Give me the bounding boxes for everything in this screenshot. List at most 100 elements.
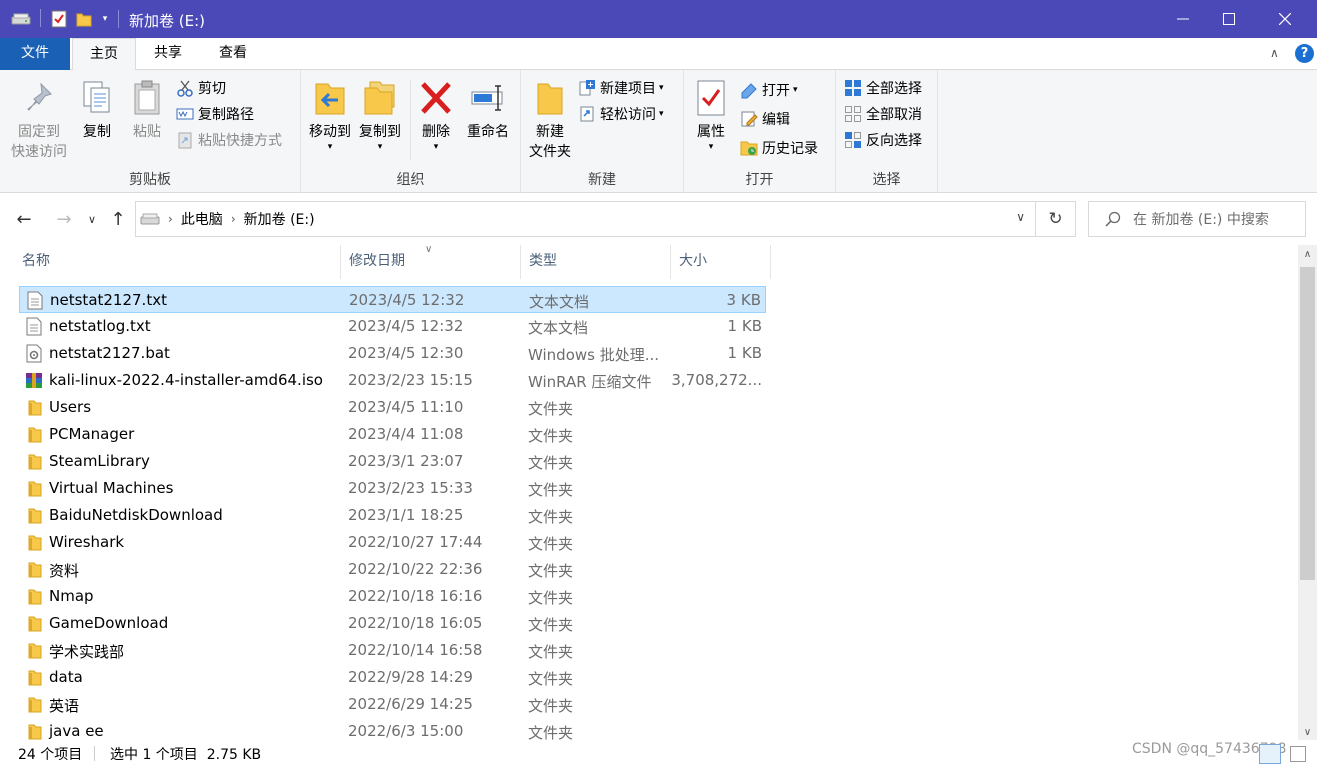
tab-file[interactable]: 文件 <box>0 38 70 70</box>
drive-icon[interactable] <box>10 9 32 29</box>
details-view-button[interactable] <box>1259 744 1281 764</box>
ribbon-tab-bar: 文件 主页 共享 查看 ∧ ? <box>0 38 1317 71</box>
invert-selection-button[interactable]: 反向选择 <box>844 128 922 152</box>
help-icon[interactable]: ? <box>1295 44 1314 63</box>
file-name: Users <box>49 398 92 416</box>
search-icon <box>1105 211 1121 227</box>
customize-quick-access-icon[interactable]: ▾ <box>98 9 112 29</box>
minimize-button[interactable] <box>1160 0 1206 38</box>
window-title: 新加卷 (E:) <box>129 12 206 30</box>
scroll-up-arrow-icon[interactable]: ∧ <box>1298 249 1317 260</box>
paste-button[interactable]: 粘贴 <box>126 78 168 142</box>
file-type: 文件夹 <box>528 427 574 445</box>
move-to-button[interactable]: 移动到 ▾ <box>305 78 355 152</box>
properties-button[interactable]: 属性 ▾ <box>690 78 732 152</box>
file-name: 资料 <box>49 562 80 580</box>
file-row[interactable]: 资料 2022/10/22 22:36 文件夹 <box>19 556 766 583</box>
pin-label-1: 固定到 <box>18 124 60 140</box>
breadcrumb-this-pc[interactable]: 此电脑 <box>181 209 223 229</box>
properties-dropdown-icon: ▾ <box>708 142 714 152</box>
folder-icon <box>25 722 43 740</box>
file-row[interactable]: Virtual Machines 2023/2/23 15:33 文件夹 <box>19 475 766 502</box>
copy-button[interactable]: 复制 <box>76 78 118 142</box>
edit-button[interactable]: 编辑 <box>740 107 790 131</box>
up-arrow-icon[interactable]: ↑ <box>106 207 130 231</box>
maximize-button[interactable] <box>1206 0 1252 38</box>
file-date: 2023/4/5 12:30 <box>348 344 464 362</box>
file-date: 2023/4/5 12:32 <box>349 291 465 309</box>
breadcrumb-drive-e[interactable]: 新加卷 (E:) <box>244 209 315 229</box>
tab-view[interactable]: 查看 <box>212 38 254 70</box>
column-header-size[interactable]: 大小 <box>671 245 771 279</box>
file-row[interactable]: netstat2127.txt 2023/4/5 12:32 文本文档 3 KB <box>19 286 766 313</box>
scroll-down-arrow-icon[interactable]: ∨ <box>1298 727 1317 738</box>
column-header-type[interactable]: 类型 <box>521 245 671 279</box>
select-all-button[interactable]: 全部选择 <box>844 76 922 100</box>
column-header-name[interactable]: 名称 <box>14 245 341 279</box>
tab-share[interactable]: 共享 <box>148 38 188 70</box>
address-path-box[interactable]: › 此电脑 › 新加卷 (E:) ∨ <box>135 201 1036 237</box>
back-arrow-icon[interactable]: ← <box>12 207 36 231</box>
paste-icon <box>129 78 165 118</box>
file-row[interactable]: netstat2127.bat 2023/4/5 12:30 Windows 批处理… <box>19 340 766 367</box>
forward-arrow-icon[interactable]: → <box>52 207 76 231</box>
file-row[interactable]: PCManager 2023/4/4 11:08 文件夹 <box>19 421 766 448</box>
file-row[interactable]: GameDownload 2022/10/18 16:05 文件夹 <box>19 610 766 637</box>
copy-to-button[interactable]: 复制到 ▾ <box>355 78 405 152</box>
file-type: 文件夹 <box>528 454 574 472</box>
file-name: 学术实践部 <box>49 643 125 661</box>
select-none-button[interactable]: 全部取消 <box>844 102 922 126</box>
recent-locations-chevron-icon[interactable]: ∨ <box>82 207 102 231</box>
properties-quick-icon[interactable] <box>48 9 70 29</box>
rename-button[interactable]: 重命名 <box>461 78 515 142</box>
paste-shortcut-button[interactable]: 粘贴快捷方式 <box>176 128 282 152</box>
file-row[interactable]: Wireshark 2022/10/27 17:44 文件夹 <box>19 529 766 556</box>
file-row[interactable]: Users 2023/4/5 11:10 文件夹 <box>19 394 766 421</box>
pin-to-quick-access-button[interactable]: 固定到 快速访问 <box>6 78 72 162</box>
delete-button[interactable]: 删除 ▾ <box>415 78 457 152</box>
close-button[interactable] <box>1262 0 1308 38</box>
refresh-button[interactable]: ↻ <box>1036 201 1076 237</box>
scrollbar-thumb[interactable] <box>1300 267 1315 580</box>
file-name: netstat2127.txt <box>50 291 167 309</box>
tab-home[interactable]: 主页 <box>72 38 136 71</box>
file-row[interactable]: java ee 2022/6/3 15:00 文件夹 <box>19 718 766 740</box>
cut-button[interactable]: 剪切 <box>176 76 226 100</box>
selection-info: 选中 1 个项目 2.75 KB <box>110 747 262 763</box>
collapse-ribbon-icon[interactable]: ∧ <box>1270 46 1279 60</box>
file-type: 文件夹 <box>528 589 574 607</box>
copy-path-button[interactable]: 复制路径 <box>176 102 254 126</box>
history-button[interactable]: 历史记录 <box>740 136 818 160</box>
file-row[interactable]: kali-linux-2022.4-installer-amd64.iso 202… <box>19 367 766 394</box>
easy-access-button[interactable]: 轻松访问 ▾ <box>578 102 664 126</box>
scissors-icon <box>176 79 194 97</box>
delete-label: 删除 <box>422 124 450 140</box>
copy-icon <box>79 78 115 118</box>
address-dropdown-chevron-icon[interactable]: ∨ <box>1016 210 1025 224</box>
new-folder-icon <box>532 78 568 118</box>
search-box[interactable]: 在 新加卷 (E:) 中搜索 <box>1088 201 1306 237</box>
file-row[interactable]: SteamLibrary 2023/3/1 23:07 文件夹 <box>19 448 766 475</box>
column-header-date[interactable]: 修改日期 ∨ <box>341 244 521 279</box>
new-item-icon <box>578 79 596 97</box>
file-row[interactable]: netstatlog.txt 2023/4/5 12:32 文本文档 1 KB <box>19 313 766 340</box>
file-row[interactable]: Nmap 2022/10/18 16:16 文件夹 <box>19 583 766 610</box>
open-button[interactable]: 打开 ▾ <box>740 78 798 102</box>
file-type: WinRAR 压缩文件 <box>528 373 652 391</box>
large-icons-view-button[interactable] <box>1290 746 1306 762</box>
copy-to-dropdown-icon: ▾ <box>377 142 383 152</box>
new-folder-button[interactable]: 新建 文件夹 <box>525 78 575 162</box>
group-new: 新建 文件夹 新建项目 ▾ 轻松访问 ▾ 新建 <box>521 70 684 193</box>
file-type: 文本文档 <box>529 293 590 311</box>
file-row[interactable]: BaiduNetdiskDownload 2023/1/1 18:25 文件夹 <box>19 502 766 529</box>
new-item-button[interactable]: 新建项目 ▾ <box>578 76 664 100</box>
file-row[interactable]: data 2022/9/28 14:29 文件夹 <box>19 664 766 691</box>
new-folder-quick-icon[interactable] <box>74 9 94 29</box>
file-row[interactable]: 学术实践部 2022/10/14 16:58 文件夹 <box>19 637 766 664</box>
invert-selection-label: 反向选择 <box>866 133 922 149</box>
vertical-scrollbar[interactable]: ∧ ∨ <box>1298 245 1317 740</box>
open-icon <box>740 81 758 99</box>
group-clipboard: 固定到 快速访问 复制 粘贴 剪切 复制路径 粘贴快捷方式 剪贴板 <box>0 70 301 193</box>
file-size: 1 KB <box>727 317 762 335</box>
file-row[interactable]: 英语 2022/6/29 14:25 文件夹 <box>19 691 766 718</box>
